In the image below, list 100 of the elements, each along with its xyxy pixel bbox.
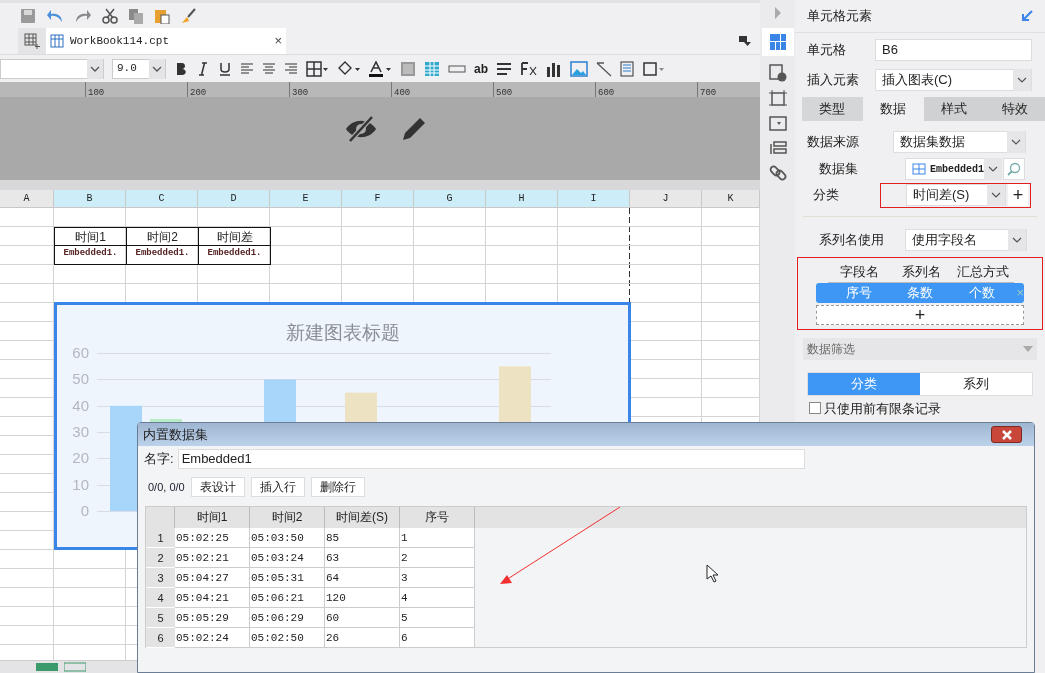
data-source-dropdown[interactable]: 数据集数据: [893, 131, 1026, 153]
table-cell[interactable]: 05:06:29: [250, 608, 325, 628]
text-style-button[interactable]: ab: [474, 59, 488, 78]
table-cell[interactable]: 26: [325, 628, 400, 648]
dataset-icon: [912, 163, 926, 175]
pencil-icon[interactable]: [400, 115, 428, 143]
merge-cells-icon[interactable]: [400, 60, 416, 77]
table-cell[interactable]: 4: [400, 588, 475, 608]
column-header[interactable]: C: [126, 190, 198, 208]
hidden-eye-icon[interactable]: [344, 115, 378, 143]
panel-tab[interactable]: 类型: [802, 97, 863, 121]
column-header[interactable]: K: [702, 190, 760, 208]
fill-bucket-icon[interactable]: [336, 60, 360, 77]
scissors-icon[interactable]: [102, 7, 118, 24]
table-cell[interactable]: 05:03:50: [250, 528, 325, 548]
underline-icon[interactable]: [218, 61, 232, 76]
diagonal-line-icon[interactable]: [596, 60, 612, 77]
ruler-label: 500: [496, 88, 513, 98]
table-cell[interactable]: 120: [325, 588, 400, 608]
new-sheet-icon[interactable]: [24, 33, 40, 49]
table-cell[interactable]: 05:05:29: [175, 608, 250, 628]
column-header[interactable]: E: [270, 190, 342, 208]
copy-icon[interactable]: [128, 7, 144, 24]
brush-icon[interactable]: [180, 7, 196, 24]
column-header[interactable]: I: [558, 190, 630, 208]
column-header[interactable]: D: [198, 190, 270, 208]
table-cell[interactable]: 2: [400, 548, 475, 568]
table-cell[interactable]: 05:03:24: [250, 548, 325, 568]
table-cell[interactable]: 85: [325, 528, 400, 548]
bar-chart-icon[interactable]: [546, 60, 562, 77]
collapse-arrow-icon[interactable]: [1021, 10, 1033, 22]
italic-icon[interactable]: [196, 61, 210, 76]
sheet-add-icon[interactable]: [36, 662, 58, 672]
formula-icon[interactable]: [520, 60, 538, 77]
table-cell[interactable]: 05:04:21: [175, 588, 250, 608]
table-cell[interactable]: 05:05:31: [250, 568, 325, 588]
field-cell-text: 个数: [967, 283, 996, 302]
field-label: 单元格: [806, 41, 847, 60]
table-cell[interactable]: 64: [325, 568, 400, 588]
close-icon[interactable]: ×: [274, 31, 282, 51]
panel-tab[interactable]: 样式: [923, 97, 985, 121]
column-header[interactable]: A: [0, 190, 54, 208]
filter-section-header[interactable]: 数据筛选: [803, 337, 1037, 360]
font-size-dropdown[interactable]: 9.0: [112, 58, 166, 79]
table-cell[interactable]: 05:02:24: [175, 628, 250, 648]
column-header[interactable]: G: [414, 190, 486, 208]
dropdown-widget-icon[interactable]: [768, 116, 787, 132]
table-cell[interactable]: 63: [325, 548, 400, 568]
column-header[interactable]: H: [486, 190, 558, 208]
file-tab[interactable]: WorkBook114.cpt ×: [46, 28, 286, 54]
table-cell[interactable]: 05:02:50: [250, 628, 325, 648]
panel-tab[interactable]: 特效: [984, 97, 1045, 121]
list-widget-icon[interactable]: [768, 140, 787, 156]
table-cell[interactable]: 05:06:21: [250, 588, 325, 608]
checkbox[interactable]: [809, 402, 821, 415]
table-cell[interactable]: 3: [400, 568, 475, 588]
lines-icon[interactable]: [496, 60, 512, 77]
cell-info-icon[interactable]: [768, 64, 787, 82]
name-field[interactable]: Embedded1: [177, 449, 805, 469]
series-name-dropdown[interactable]: 使用字段名: [905, 229, 1027, 251]
toolbar-button[interactable]: 表设计: [190, 477, 245, 497]
table-cell[interactable]: 05:04:27: [175, 568, 250, 588]
table-cell[interactable]: 1: [400, 528, 475, 548]
column-header[interactable]: F: [342, 190, 414, 208]
image-icon[interactable]: [570, 60, 588, 77]
menu-dropdown-icon[interactable]: [739, 36, 751, 46]
dataset-dropdown[interactable]: Embedded1: [905, 158, 999, 180]
insert-element-dropdown[interactable]: 插入图表(C): [875, 69, 1032, 91]
table-cell[interactable]: 05:02:25: [175, 528, 250, 548]
table-cell[interactable]: 60: [325, 608, 400, 628]
toolbar-button[interactable]: 删除行: [310, 477, 365, 497]
font-color-icon[interactable]: [368, 60, 392, 77]
chevron-down-icon: [87, 58, 103, 79]
search-button[interactable]: [1003, 158, 1025, 180]
add-button[interactable]: +: [1008, 184, 1028, 206]
row-number: 4: [146, 588, 175, 608]
bold-icon[interactable]: [174, 61, 188, 76]
table-cell[interactable]: 05:02:21: [175, 548, 250, 568]
link-icon[interactable]: [768, 164, 787, 182]
table-cell[interactable]: 5: [400, 608, 475, 628]
paste-icon[interactable]: [154, 7, 170, 24]
axis-label: 60: [71, 345, 89, 360]
frame-icon[interactable]: [642, 60, 664, 77]
tab-title: WorkBook114.cpt: [70, 33, 171, 49]
column-header[interactable]: J: [630, 190, 702, 208]
cell-element-icon[interactable]: [769, 34, 786, 50]
report-icon[interactable]: [620, 60, 634, 77]
border-icon[interactable]: [306, 60, 328, 77]
cell-field[interactable]: B6: [875, 39, 1032, 61]
add-field-button[interactable]: +: [816, 304, 1024, 325]
crop-frame-icon[interactable]: [768, 90, 787, 108]
align-left-icon[interactable]: [240, 61, 254, 76]
align-center-icon[interactable]: [262, 61, 276, 76]
column-header[interactable]: B: [54, 190, 126, 208]
align-right-icon[interactable]: [284, 61, 298, 76]
save-icon[interactable]: [20, 7, 36, 24]
table-cell[interactable]: 6: [400, 628, 475, 648]
close-button[interactable]: [991, 426, 1022, 443]
toolbar-button[interactable]: 插入行: [250, 477, 305, 497]
category-dropdown[interactable]: 时间差(S): [906, 184, 1006, 206]
